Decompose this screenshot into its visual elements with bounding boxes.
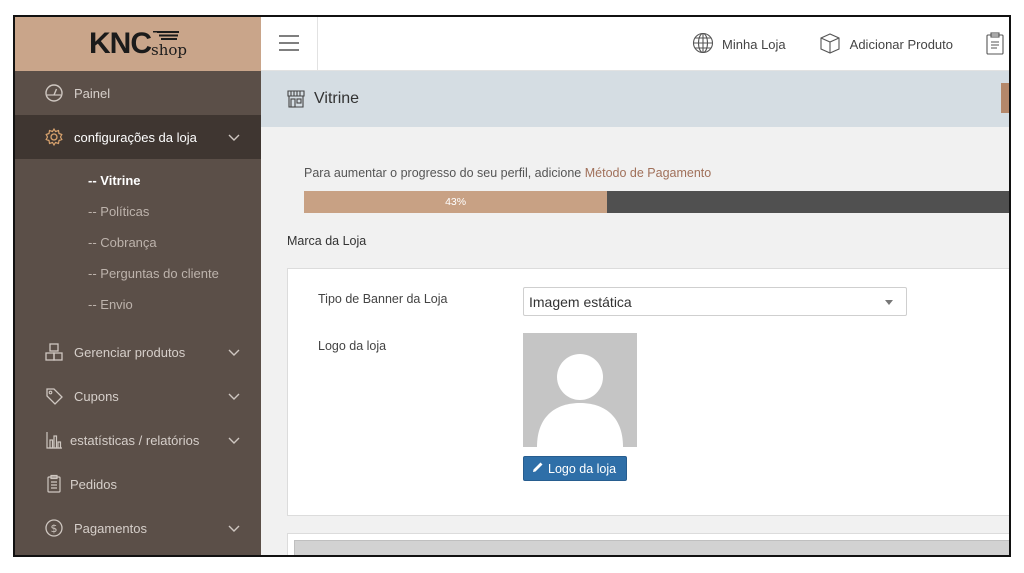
- banner-panel: [287, 533, 1009, 555]
- brand-logo[interactable]: KNC shop: [15, 17, 261, 71]
- chevron-down-icon: [227, 521, 241, 535]
- section-title: Marca da Loja: [287, 234, 367, 248]
- sidebar-item-label: estatísticas / relatórios: [70, 432, 200, 448]
- sidebar-subitem-envio[interactable]: -- Envio: [15, 289, 261, 320]
- upload-logo-button[interactable]: Logo da loja: [523, 456, 628, 481]
- banner-type-value: Imagem estática: [529, 293, 632, 310]
- minha-loja-link[interactable]: Minha Loja: [692, 32, 786, 57]
- nav-link-label: Adicionar Produto: [849, 36, 953, 52]
- progress-hint: Para aumentar o progresso do seu perfil,…: [304, 166, 711, 180]
- sidebar-subitem-cobranca[interactable]: -- Cobrança: [15, 227, 261, 258]
- main-content: Para aumentar o progresso do seu perfil,…: [261, 127, 1009, 555]
- banner-type-label: Tipo de Banner da Loja: [318, 292, 448, 306]
- adicionar-produto-link[interactable]: Adicionar Produto: [818, 31, 953, 58]
- sidebar-subitem-politicas[interactable]: -- Políticas: [15, 196, 261, 227]
- sidebar-item-label: Cupons: [74, 388, 119, 404]
- boxes-icon: [43, 341, 65, 363]
- sidebar-subitem-perguntas[interactable]: -- Perguntas do cliente: [15, 258, 261, 289]
- clipboard-icon: [43, 473, 65, 495]
- pedidos-shortcut-link[interactable]: [985, 31, 1009, 58]
- sidebar-item-pedidos[interactable]: Pedidos: [15, 462, 261, 506]
- store-brand-card: Tipo de Banner da Loja Imagem estática L…: [287, 268, 1009, 516]
- sidebar-item-configuracoes[interactable]: configurações da loja: [15, 115, 261, 159]
- menu-toggle-button[interactable]: [261, 17, 318, 71]
- logo-subtext: shop: [151, 41, 187, 59]
- sidebar-item-label: Pedidos: [70, 476, 117, 492]
- dollar-circle-icon: $: [43, 517, 65, 539]
- logo-label: Logo da loja: [318, 339, 387, 353]
- payment-method-link[interactable]: Método de Pagamento: [585, 166, 711, 180]
- upload-logo-label: Logo da loja: [548, 461, 617, 476]
- logo-text: KNC: [89, 27, 152, 60]
- clipboard-icon: [985, 31, 1009, 58]
- box-icon: [818, 31, 850, 58]
- progress-fill: 43%: [304, 191, 608, 213]
- top-nav: Minha Loja Adicionar Produto: [692, 17, 1009, 71]
- progress-percent: 43%: [445, 196, 467, 208]
- banner-type-select[interactable]: Imagem estática: [523, 287, 907, 316]
- banner-placeholder: [294, 540, 1009, 555]
- chevron-down-icon: [227, 130, 241, 144]
- sidebar-item-pagamentos[interactable]: $ Pagamentos: [15, 506, 261, 550]
- bar-chart-icon: [43, 429, 65, 451]
- globe-icon: [692, 32, 722, 57]
- chevron-down-icon: [227, 389, 241, 403]
- tag-icon: [43, 385, 65, 407]
- sidebar: KNC shop Painel configurações da loja --…: [15, 17, 261, 555]
- chevron-down-icon: [227, 345, 241, 359]
- sidebar-item-label: configurações da loja: [74, 129, 197, 145]
- caret-down-icon: [885, 300, 893, 305]
- sidebar-item-cupons[interactable]: Cupons: [15, 374, 261, 418]
- sidebar-item-label: Gerenciar produtos: [74, 344, 186, 360]
- progress-hint-text: Para aumentar o progresso do seu perfil,…: [304, 166, 585, 180]
- sidebar-item-gerenciar-produtos[interactable]: Gerenciar produtos: [15, 330, 261, 374]
- page-title: Vitrine: [314, 90, 360, 107]
- sidebar-item-estatisticas[interactable]: estatísticas / relatórios: [15, 418, 261, 462]
- profile-progress-bar: 43%: [304, 191, 1009, 213]
- pencil-icon: [532, 461, 548, 476]
- sidebar-item-label: Pagamentos: [74, 520, 147, 536]
- dashboard-icon: [43, 82, 65, 104]
- app-window: KNC shop Painel configurações da loja --…: [13, 15, 1011, 557]
- header-side-tab[interactable]: [1001, 83, 1009, 113]
- topbar: Minha Loja Adicionar Produto: [261, 17, 1009, 71]
- sidebar-subitem-vitrine[interactable]: -- Vitrine: [15, 165, 261, 196]
- sidebar-item-painel[interactable]: Painel: [15, 71, 261, 115]
- chevron-down-icon: [227, 433, 241, 447]
- logo-placeholder-image: [523, 333, 637, 447]
- page-header: Vitrine: [261, 71, 1009, 127]
- hamburger-icon: [278, 34, 300, 55]
- sidebar-item-label: Painel: [74, 85, 111, 101]
- svg-text:$: $: [51, 522, 58, 535]
- sidebar-submenu: -- Vitrine -- Políticas -- Cobrança -- P…: [15, 159, 261, 330]
- nav-link-label: Minha Loja: [722, 36, 786, 52]
- storefront-icon: [286, 89, 306, 109]
- settings-icon: [43, 126, 65, 148]
